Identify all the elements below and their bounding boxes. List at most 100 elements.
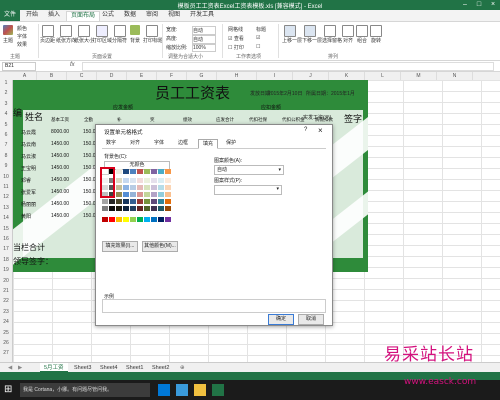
- column-header[interactable]: G: [187, 72, 217, 80]
- tab-formulas[interactable]: 公式: [98, 11, 118, 20]
- standard-color-swatch[interactable]: [151, 217, 157, 222]
- base-salary-cell[interactable]: 8000.00: [51, 129, 69, 135]
- color-swatch[interactable]: [151, 169, 157, 174]
- color-swatch[interactable]: [151, 178, 157, 183]
- rotate-icon[interactable]: [370, 25, 382, 37]
- row-header[interactable]: 15: [0, 226, 12, 232]
- rotate-button[interactable]: 旋转: [371, 37, 381, 44]
- print-titles-icon[interactable]: [146, 25, 158, 37]
- width-select[interactable]: 自动: [192, 26, 216, 35]
- column-header[interactable]: I: [257, 72, 293, 80]
- dialog-tab[interactable]: 字体: [150, 139, 168, 147]
- color-swatch[interactable]: [158, 178, 164, 183]
- align-icon[interactable]: [342, 25, 354, 37]
- tab-review[interactable]: 审阅: [142, 11, 162, 20]
- color-swatch[interactable]: [102, 206, 108, 211]
- help-icon[interactable]: ?: [304, 127, 307, 133]
- color-swatch[interactable]: [109, 199, 115, 204]
- color-swatch[interactable]: [123, 178, 129, 183]
- row-header[interactable]: 19: [0, 267, 12, 273]
- color-swatch[interactable]: [158, 169, 164, 174]
- column-header[interactable]: B: [37, 72, 67, 80]
- color-swatch[interactable]: [144, 206, 150, 211]
- fonts-button[interactable]: 字体: [17, 33, 27, 40]
- row-header[interactable]: 24: [0, 319, 12, 325]
- color-swatch[interactable]: [165, 199, 171, 204]
- standard-color-swatch[interactable]: [137, 217, 143, 222]
- employee-name[interactable]: 杨丽丽: [21, 201, 36, 208]
- color-swatch[interactable]: [151, 192, 157, 197]
- dialog-tab[interactable]: 填充: [198, 139, 219, 149]
- color-swatch[interactable]: [116, 206, 122, 211]
- align-button[interactable]: 对齐: [343, 37, 353, 44]
- background-button[interactable]: 背景: [130, 37, 140, 44]
- employee-name[interactable]: 马云南: [21, 141, 36, 148]
- base-salary-cell[interactable]: 1450.00: [51, 189, 69, 195]
- color-swatch[interactable]: [137, 169, 143, 174]
- color-swatch[interactable]: [165, 185, 171, 190]
- color-swatch[interactable]: [116, 199, 122, 204]
- row-header[interactable]: 1: [0, 80, 12, 86]
- themes-button[interactable]: 主题: [3, 37, 13, 44]
- color-swatch[interactable]: [109, 206, 115, 211]
- tab-page-layout[interactable]: 页面布局: [66, 11, 101, 21]
- color-swatch[interactable]: [123, 192, 129, 197]
- color-swatch[interactable]: [130, 185, 136, 190]
- headings-print-checkbox[interactable]: ☐: [256, 44, 260, 50]
- standard-color-swatch[interactable]: [109, 217, 115, 222]
- tab-data[interactable]: 数据: [120, 11, 140, 20]
- row-header[interactable]: 13: [0, 205, 12, 211]
- tab-view[interactable]: 视图: [164, 11, 184, 20]
- selection-pane-button[interactable]: 选择窗格: [322, 37, 342, 44]
- more-colors-button[interactable]: 其他颜色(M)...: [142, 241, 178, 252]
- tab-home[interactable]: 开始: [22, 11, 42, 20]
- color-swatch[interactable]: [123, 199, 129, 204]
- search-box[interactable]: 我是 Cortana，小娜。有问题尽管问我。: [20, 383, 150, 397]
- color-swatch[interactable]: [116, 178, 122, 183]
- color-swatch[interactable]: [130, 169, 136, 174]
- column-header[interactable]: N: [437, 72, 473, 80]
- height-select[interactable]: 自动: [192, 35, 216, 44]
- breaks-icon[interactable]: [114, 25, 126, 37]
- size-button[interactable]: 纸张大小: [74, 37, 94, 44]
- base-salary-cell[interactable]: 1450.00: [51, 141, 69, 147]
- size-icon[interactable]: [78, 25, 90, 37]
- color-swatch[interactable]: [137, 206, 143, 211]
- row-header[interactable]: 3: [0, 101, 12, 107]
- employee-name[interactable]: 马云淑: [21, 153, 36, 160]
- row-header[interactable]: 14: [0, 215, 12, 221]
- themes-icon[interactable]: [3, 25, 13, 35]
- column-header[interactable]: E: [127, 72, 157, 80]
- color-swatch[interactable]: [130, 192, 136, 197]
- gridlines-view-checkbox[interactable]: ☑ 查看: [228, 35, 244, 42]
- color-swatch[interactable]: [151, 206, 157, 211]
- color-swatch[interactable]: [151, 199, 157, 204]
- dialog-tab[interactable]: 数字: [102, 139, 120, 147]
- base-salary-cell[interactable]: 1450.00: [51, 153, 69, 159]
- fill-effects-button[interactable]: 填充效果(I)...: [102, 241, 138, 252]
- base-salary-cell[interactable]: 1450.00: [51, 213, 69, 219]
- row-header[interactable]: 17: [0, 246, 12, 252]
- row-header[interactable]: 7: [0, 142, 12, 148]
- tab-developer[interactable]: 开发工具: [186, 11, 218, 20]
- row-header[interactable]: 2: [0, 90, 12, 96]
- row-header[interactable]: 12: [0, 194, 12, 200]
- gridlines-print-checkbox[interactable]: ☐ 打印: [228, 44, 244, 51]
- color-swatch[interactable]: [123, 185, 129, 190]
- print-titles-button[interactable]: 打印标题: [143, 37, 163, 44]
- column-header[interactable]: D: [97, 72, 127, 80]
- color-swatch[interactable]: [158, 192, 164, 197]
- row-header[interactable]: 23: [0, 309, 12, 315]
- dialog-tab[interactable]: 对齐: [126, 139, 144, 147]
- standard-color-swatch[interactable]: [130, 217, 136, 222]
- color-swatch[interactable]: [144, 199, 150, 204]
- formula-input[interactable]: [82, 62, 494, 71]
- base-salary-cell[interactable]: 1450.00: [51, 201, 69, 207]
- group-button[interactable]: 组合: [357, 37, 367, 44]
- dialog-tab[interactable]: 保护: [222, 139, 240, 147]
- color-swatch[interactable]: [130, 178, 136, 183]
- row-header[interactable]: 16: [0, 236, 12, 242]
- task-view-icon[interactable]: [158, 384, 170, 396]
- color-swatch[interactable]: [165, 192, 171, 197]
- row-header[interactable]: 21: [0, 288, 12, 294]
